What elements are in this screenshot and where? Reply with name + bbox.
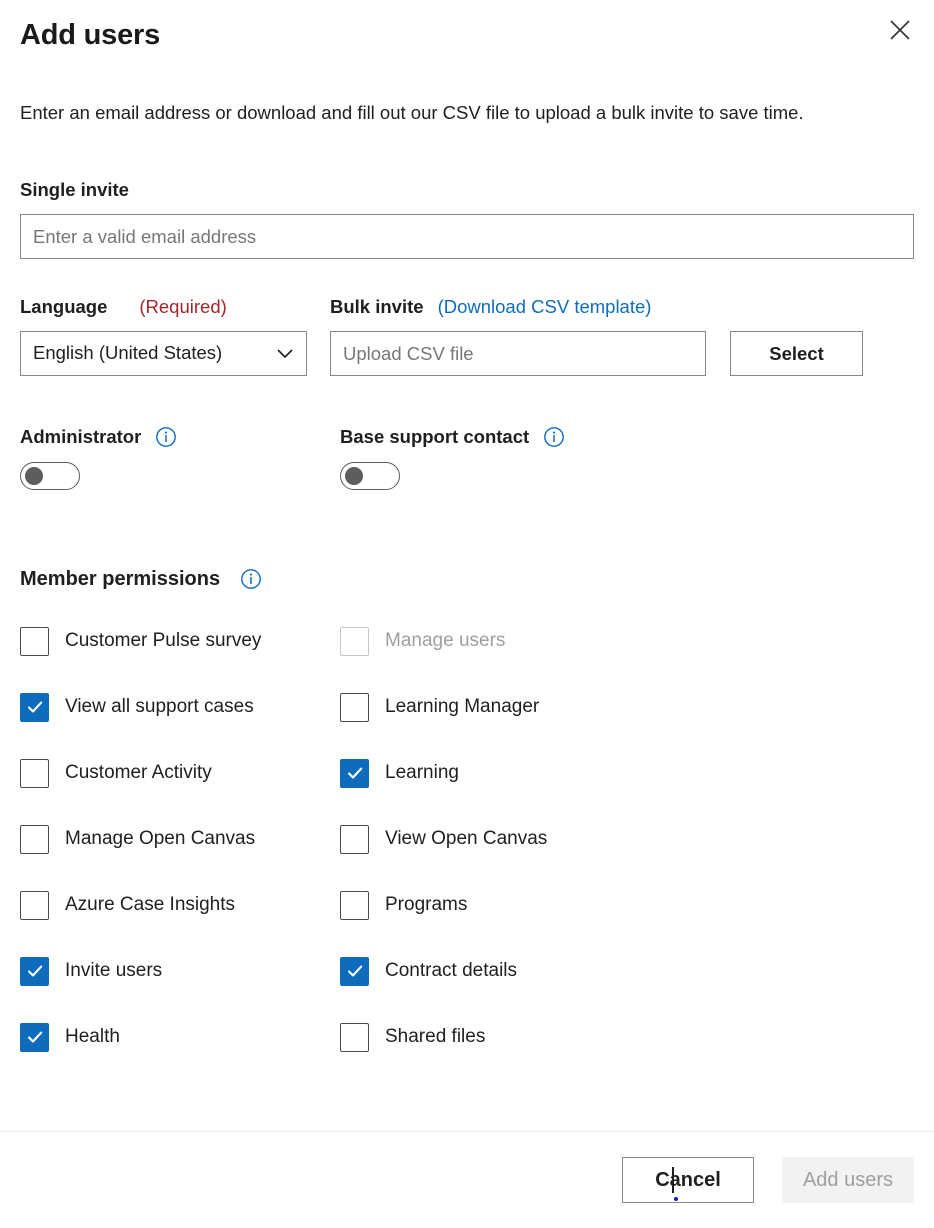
administrator-label-line: Administrator (20, 424, 340, 450)
language-label: Language (20, 296, 108, 317)
permission-row[interactable]: Manage Open Canvas (20, 806, 340, 872)
permission-label: Contract details (385, 960, 518, 981)
checkbox-unchecked[interactable] (20, 890, 49, 920)
language-label-line: Language (Required) (20, 295, 330, 319)
add-users-button[interactable]: Add users (782, 1157, 914, 1203)
single-invite-section: Single invite (20, 178, 914, 259)
base-support-contact-toggle[interactable] (340, 462, 400, 490)
permission-label: Manage Open Canvas (65, 828, 256, 849)
download-csv-template-link[interactable]: (Download CSV template) (438, 296, 652, 318)
permission-label: Health (65, 1026, 120, 1047)
permission-row[interactable]: Contract details (340, 938, 914, 1004)
language-select[interactable]: English (United States) (20, 331, 307, 376)
base-support-contact-label: Base support contact (340, 426, 530, 447)
permission-label: Programs (385, 894, 468, 915)
checkbox-checked[interactable] (340, 758, 369, 788)
permission-row[interactable]: Health (20, 1004, 340, 1070)
language-field: Language (Required) English (United Stat… (20, 295, 330, 376)
permission-label: Azure Case Insights (65, 894, 236, 915)
toggle-knob (345, 467, 363, 485)
base-support-contact-field: Base support contact (340, 424, 914, 494)
permission-label: View Open Canvas (385, 828, 548, 849)
permission-label: View all support cases (65, 696, 254, 717)
bulk-invite-label: Bulk invite (330, 296, 424, 317)
checkbox-unchecked[interactable] (340, 692, 369, 722)
member-permissions-header: Member permissions (20, 566, 914, 592)
permissions-left-column: Customer Pulse survey View all support ca… (20, 608, 340, 1070)
member-permissions-grid: Customer Pulse survey View all support ca… (20, 608, 914, 1070)
upload-csv-input[interactable] (330, 331, 706, 376)
page-title: Add users (20, 19, 161, 51)
required-badge: (Required) (139, 296, 227, 317)
toggles-row: Administrator Base support contact (20, 424, 914, 494)
permission-row[interactable]: Learning (340, 740, 914, 806)
toggle-knob (25, 467, 43, 485)
checkbox-unchecked[interactable] (20, 758, 49, 788)
dialog-footer: Cancel Add users (0, 1131, 934, 1228)
permission-label: Learning (385, 762, 459, 783)
permission-row[interactable]: Customer Pulse survey (20, 608, 340, 674)
select-file-button[interactable]: Select (730, 331, 863, 376)
cursor-indicator (674, 1197, 678, 1201)
close-icon[interactable] (878, 8, 922, 52)
permission-label: Manage users (385, 630, 506, 651)
checkbox-unchecked[interactable] (340, 890, 369, 920)
permission-label: Invite users (65, 960, 163, 981)
permissions-right-column: Manage users Learning Manager Learning View… (340, 608, 914, 1070)
dialog-description: Enter an email address or download and f… (20, 102, 804, 123)
permission-row: Manage users (340, 608, 914, 674)
permission-row[interactable]: Learning Manager (340, 674, 914, 740)
permission-row[interactable]: Customer Activity (20, 740, 340, 806)
checkbox-checked[interactable] (20, 956, 49, 986)
chevron-down-icon (276, 348, 294, 360)
member-permissions-title: Member permissions (20, 567, 221, 590)
checkbox-unchecked[interactable] (340, 1022, 369, 1052)
dialog-header: Add users (0, 0, 934, 54)
checkbox-unchecked[interactable] (20, 626, 49, 656)
permission-row[interactable]: Azure Case Insights (20, 872, 340, 938)
bulk-invite-controls: Select (330, 331, 914, 376)
permission-row[interactable]: View all support cases (20, 674, 340, 740)
bulk-invite-field: Bulk invite (Download CSV template) Sele… (330, 295, 914, 376)
language-selected-value: English (United States) (33, 342, 223, 364)
member-permissions-section: Member permissions Customer Pulse survey… (20, 566, 914, 1070)
permission-row[interactable]: Shared files (340, 1004, 914, 1070)
permission-label: Shared files (385, 1026, 486, 1047)
add-users-dialog: Add users Enter an email address or down… (0, 0, 934, 1228)
checkbox-checked[interactable] (20, 1022, 49, 1052)
base-support-contact-label-line: Base support contact (340, 424, 914, 450)
cancel-button[interactable]: Cancel (622, 1157, 754, 1203)
administrator-field: Administrator (20, 424, 340, 494)
permission-row[interactable]: Invite users (20, 938, 340, 1004)
administrator-toggle[interactable] (20, 462, 80, 490)
permission-label: Learning Manager (385, 696, 540, 717)
info-icon[interactable] (240, 568, 262, 590)
checkbox-unchecked[interactable] (20, 824, 49, 854)
cancel-button-label: Cancel (655, 1168, 721, 1191)
single-invite-label: Single invite (20, 179, 129, 200)
bulk-invite-label-line: Bulk invite (Download CSV template) (330, 295, 914, 319)
checkbox-checked[interactable] (340, 956, 369, 986)
checkbox-unchecked (340, 626, 369, 656)
checkbox-checked[interactable] (20, 692, 49, 722)
single-invite-input[interactable] (20, 214, 914, 259)
permission-label: Customer Activity (65, 762, 212, 783)
info-icon[interactable] (543, 426, 565, 448)
language-bulk-row: Language (Required) English (United Stat… (20, 295, 914, 376)
permission-row[interactable]: View Open Canvas (340, 806, 914, 872)
info-icon[interactable] (155, 426, 177, 448)
permission-row[interactable]: Programs (340, 872, 914, 938)
checkbox-unchecked[interactable] (340, 824, 369, 854)
text-caret (672, 1167, 674, 1193)
administrator-label: Administrator (20, 426, 142, 447)
dialog-body: Single invite Language (Required) Englis… (0, 128, 934, 1228)
permission-label: Customer Pulse survey (65, 630, 262, 651)
